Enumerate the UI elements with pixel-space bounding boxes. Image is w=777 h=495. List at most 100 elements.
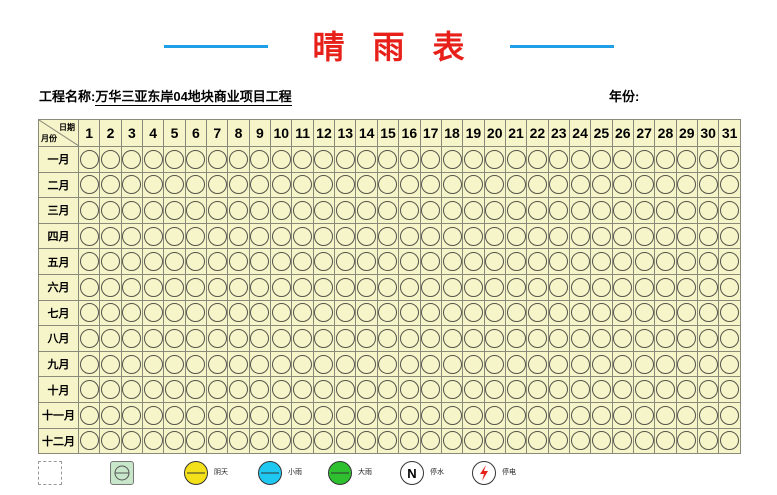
day-cell[interactable] xyxy=(376,376,400,403)
day-cell[interactable] xyxy=(611,325,634,352)
day-cell[interactable] xyxy=(568,273,592,301)
day-cell[interactable] xyxy=(227,299,250,327)
day-cell[interactable] xyxy=(462,197,485,224)
day-cell[interactable] xyxy=(462,248,485,275)
day-cell[interactable] xyxy=(526,376,549,403)
day-cell[interactable] xyxy=(120,197,144,224)
day-cell[interactable] xyxy=(611,197,634,224)
day-cell[interactable] xyxy=(206,273,229,301)
day-cell[interactable] xyxy=(355,222,378,250)
day-cell[interactable] xyxy=(696,273,720,301)
day-cell[interactable] xyxy=(120,401,144,429)
day-cell[interactable] xyxy=(568,171,592,199)
day-cell[interactable] xyxy=(526,222,549,250)
day-cell[interactable] xyxy=(675,197,698,224)
day-cell[interactable] xyxy=(419,376,442,403)
day-cell[interactable] xyxy=(547,222,570,250)
day-cell[interactable] xyxy=(120,146,144,173)
day-cell[interactable] xyxy=(547,248,570,275)
day-cell[interactable] xyxy=(568,325,592,352)
day-cell[interactable] xyxy=(419,197,442,224)
day-cell[interactable] xyxy=(483,427,506,455)
day-cell[interactable] xyxy=(547,171,570,199)
day-cell[interactable] xyxy=(355,197,378,224)
day-cell[interactable] xyxy=(398,376,421,403)
day-cell[interactable] xyxy=(547,401,570,429)
day-cell[interactable] xyxy=(526,401,549,429)
day-cell[interactable] xyxy=(675,171,698,199)
day-cell[interactable] xyxy=(120,273,144,301)
day-cell[interactable] xyxy=(419,171,442,199)
day-cell[interactable] xyxy=(632,197,656,224)
day-cell[interactable] xyxy=(654,197,677,224)
day-cell[interactable] xyxy=(696,222,720,250)
day-cell[interactable] xyxy=(440,197,464,224)
day-cell[interactable] xyxy=(483,376,506,403)
day-cell[interactable] xyxy=(77,197,101,224)
day-cell[interactable] xyxy=(334,146,357,173)
day-cell[interactable] xyxy=(547,197,570,224)
day-cell[interactable] xyxy=(590,376,613,403)
day-cell[interactable] xyxy=(142,325,165,352)
day-cell[interactable] xyxy=(547,273,570,301)
day-cell[interactable] xyxy=(590,427,613,455)
day-cell[interactable] xyxy=(206,171,229,199)
day-cell[interactable] xyxy=(248,171,272,199)
day-cell[interactable] xyxy=(163,273,186,301)
day-cell[interactable] xyxy=(99,376,122,403)
day-cell[interactable] xyxy=(398,427,421,455)
day-cell[interactable] xyxy=(120,248,144,275)
day-cell[interactable] xyxy=(77,273,101,301)
day-cell[interactable] xyxy=(568,350,592,378)
day-cell[interactable] xyxy=(696,146,720,173)
day-cell[interactable] xyxy=(227,222,250,250)
day-cell[interactable] xyxy=(675,427,698,455)
day-cell[interactable] xyxy=(547,350,570,378)
day-cell[interactable] xyxy=(419,146,442,173)
day-cell[interactable] xyxy=(334,401,357,429)
day-cell[interactable] xyxy=(483,222,506,250)
day-cell[interactable] xyxy=(526,427,549,455)
day-cell[interactable] xyxy=(312,427,336,455)
day-cell[interactable] xyxy=(206,197,229,224)
day-cell[interactable] xyxy=(654,299,677,327)
day-cell[interactable] xyxy=(718,299,741,327)
day-cell[interactable] xyxy=(483,146,506,173)
day-cell[interactable] xyxy=(632,376,656,403)
day-cell[interactable] xyxy=(568,299,592,327)
day-cell[interactable] xyxy=(270,146,293,173)
day-cell[interactable] xyxy=(526,325,549,352)
day-cell[interactable] xyxy=(120,222,144,250)
day-cell[interactable] xyxy=(77,248,101,275)
day-cell[interactable] xyxy=(547,376,570,403)
day-cell[interactable] xyxy=(483,325,506,352)
day-cell[interactable] xyxy=(654,376,677,403)
day-cell[interactable] xyxy=(355,273,378,301)
day-cell[interactable] xyxy=(99,171,122,199)
day-cell[interactable] xyxy=(163,401,186,429)
day-cell[interactable] xyxy=(270,222,293,250)
day-cell[interactable] xyxy=(270,350,293,378)
day-cell[interactable] xyxy=(419,299,442,327)
day-cell[interactable] xyxy=(376,273,400,301)
day-cell[interactable] xyxy=(398,248,421,275)
day-cell[interactable] xyxy=(184,401,208,429)
day-cell[interactable] xyxy=(526,273,549,301)
day-cell[interactable] xyxy=(526,171,549,199)
day-cell[interactable] xyxy=(163,325,186,352)
day-cell[interactable] xyxy=(248,248,272,275)
day-cell[interactable] xyxy=(440,146,464,173)
day-cell[interactable] xyxy=(77,325,101,352)
day-cell[interactable] xyxy=(312,171,336,199)
day-cell[interactable] xyxy=(248,273,272,301)
day-cell[interactable] xyxy=(440,299,464,327)
day-cell[interactable] xyxy=(355,427,378,455)
day-cell[interactable] xyxy=(376,146,400,173)
day-cell[interactable] xyxy=(568,401,592,429)
day-cell[interactable] xyxy=(462,171,485,199)
day-cell[interactable] xyxy=(248,427,272,455)
day-cell[interactable] xyxy=(419,401,442,429)
day-cell[interactable] xyxy=(718,171,741,199)
day-cell[interactable] xyxy=(206,248,229,275)
day-cell[interactable] xyxy=(142,222,165,250)
